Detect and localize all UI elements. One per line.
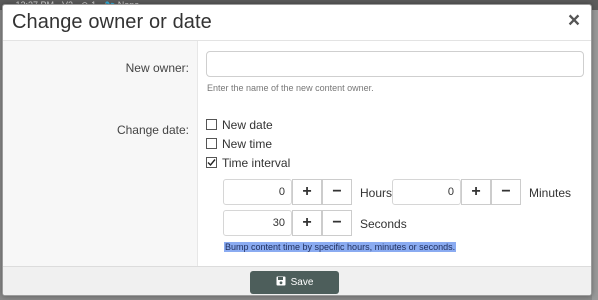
new-time-label: New time — [222, 137, 273, 151]
new-time-checkbox[interactable] — [206, 138, 217, 149]
background-side-panel — [592, 10, 598, 300]
hours-unit-label: Hours — [360, 186, 393, 200]
hours-input[interactable]: 0 — [223, 179, 292, 205]
seconds-increment-button[interactable]: + — [292, 210, 322, 236]
seconds-input[interactable]: 30 — [223, 210, 292, 236]
floppy-disk-icon — [276, 276, 286, 286]
close-icon[interactable]: × — [565, 10, 583, 32]
minutes-input[interactable]: 0 — [392, 179, 461, 205]
checkmark-icon — [207, 159, 216, 167]
save-button-label: Save — [290, 277, 314, 288]
minutes-increment-button[interactable]: + — [461, 179, 491, 205]
time-interval-help-text: Bump content time by specific hours, min… — [224, 242, 457, 252]
dialog-header: Change owner or date × — [3, 5, 591, 41]
new-date-checkbox[interactable] — [206, 119, 217, 130]
change-owner-date-dialog: Change owner or date × New owner: Change… — [2, 4, 592, 296]
dialog-title: Change owner or date — [12, 11, 212, 33]
hours-increment-button[interactable]: + — [292, 179, 322, 205]
time-interval-checkbox[interactable] — [206, 157, 217, 168]
hours-decrement-button[interactable]: − — [322, 179, 352, 205]
new-owner-help-text: Enter the name of the new content owner. — [207, 83, 374, 93]
seconds-unit-label: Seconds — [360, 217, 407, 231]
save-button[interactable]: Save — [250, 271, 339, 294]
new-date-label: New date — [222, 118, 273, 132]
new-owner-input[interactable] — [206, 51, 584, 77]
minutes-decrement-button[interactable]: − — [491, 179, 521, 205]
new-owner-label: New owner: — [125, 61, 189, 75]
label-column: New owner: Change date: — [3, 41, 198, 266]
change-date-label: Change date: — [116, 123, 189, 137]
seconds-decrement-button[interactable]: − — [322, 210, 352, 236]
dialog-footer: Save — [3, 266, 591, 295]
minutes-unit-label: Minutes — [529, 186, 572, 200]
time-interval-label: Time interval — [222, 156, 291, 170]
